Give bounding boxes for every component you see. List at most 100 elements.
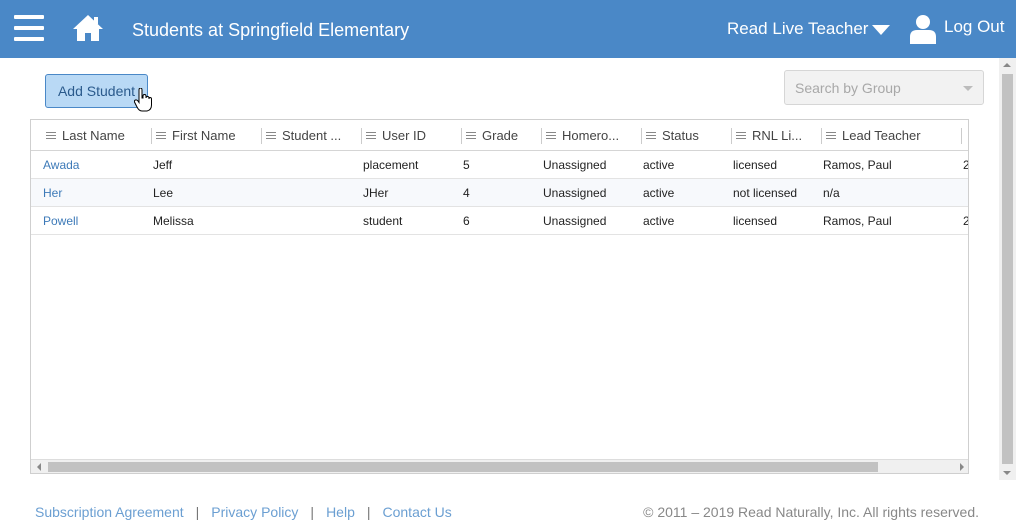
cell-col-homeroom: Unassigned	[543, 158, 607, 172]
column-resize-handle[interactable]	[461, 128, 462, 144]
column-header-label: Status	[662, 128, 699, 143]
column-header-label: Lead Teacher	[842, 128, 921, 143]
teacher-menu-label: Read Live Teacher	[727, 19, 869, 38]
contact-us-link[interactable]: Contact Us	[383, 504, 452, 520]
footer-separator: |	[366, 504, 371, 520]
header-col-lead-teacher[interactable]: Lead Teacher	[826, 120, 960, 151]
cell-col-lead-teacher: n/a	[823, 186, 840, 200]
cell-col-user-id: student	[363, 214, 403, 228]
table-row[interactable]: Her Lee JHer 4 Unassigned active not licensed n…	[31, 179, 968, 207]
column-resize-handle[interactable]	[541, 128, 542, 144]
user-icon	[910, 15, 936, 44]
footer: Subscription Agreement | Privacy Policy | He…	[35, 504, 985, 520]
cell-col-student-id	[263, 151, 359, 179]
cell-col-homeroom: Unassigned	[543, 186, 607, 200]
cell-col-grade: 5	[463, 158, 470, 172]
student-link[interactable]: Awada	[43, 151, 149, 179]
scroll-right-icon[interactable]	[960, 463, 964, 471]
help-link[interactable]: Help	[326, 504, 355, 520]
cell-col-grade: 6	[463, 214, 470, 228]
student-link[interactable]: Powell	[43, 207, 149, 235]
footer-separator: |	[310, 504, 315, 520]
horizontal-scrollbar[interactable]	[31, 459, 968, 473]
cell-col-first-name: Melissa	[153, 214, 194, 228]
column-resize-handle[interactable]	[961, 128, 962, 144]
scroll-up-icon[interactable]	[1003, 63, 1011, 67]
hand-cursor-icon	[134, 88, 152, 112]
scroll-down-icon[interactable]	[1003, 471, 1011, 475]
cell-col-rnl-license: licensed	[733, 158, 778, 172]
dropdown-arrow-icon	[963, 86, 973, 91]
column-header-label: RNL Li...	[752, 128, 803, 143]
horizontal-scroll-thumb[interactable]	[48, 462, 878, 472]
cell-col-extra: 2	[963, 151, 968, 179]
column-header-label: Student ...	[282, 128, 342, 143]
column-header-label: Last Name	[62, 128, 125, 143]
cell-col-status: active	[643, 214, 675, 228]
cell-col-student-id	[263, 179, 359, 207]
column-header-label: Homero...	[562, 128, 620, 143]
column-resize-handle[interactable]	[361, 128, 362, 144]
column-resize-handle[interactable]	[641, 128, 642, 144]
table-row[interactable]: Awada Jeff placement 5 Unassigned active licen…	[31, 151, 968, 179]
cell-col-first-name: Jeff	[153, 158, 173, 172]
copyright: © 2011 – 2019 Read Naturally, Inc. All r…	[643, 504, 979, 520]
column-resize-handle[interactable]	[151, 128, 152, 144]
add-student-button[interactable]: Add Student	[45, 74, 148, 108]
logout-label: Log Out	[944, 17, 1005, 36]
cell-col-status: active	[643, 158, 675, 172]
cell-col-homeroom: Unassigned	[543, 214, 607, 228]
cell-col-grade: 4	[463, 186, 470, 200]
cell-col-lead-teacher: Ramos, Paul	[823, 158, 892, 172]
privacy-policy-link[interactable]: Privacy Policy	[211, 504, 298, 520]
vertical-scroll-thumb[interactable]	[1002, 74, 1013, 464]
page-title: Students at Springfield Elementary	[132, 20, 410, 40]
scroll-left-icon[interactable]	[37, 463, 41, 471]
column-menu-icon[interactable]	[736, 130, 746, 141]
student-link[interactable]: Her	[43, 179, 149, 207]
column-resize-handle[interactable]	[821, 128, 822, 144]
header-col-status[interactable]: Status	[646, 120, 730, 151]
column-menu-icon[interactable]	[46, 130, 56, 141]
grid-header: Last Name First Name Student ... User ID Gra…	[31, 120, 968, 151]
header-col-rnl-license[interactable]: RNL Li...	[736, 120, 820, 151]
column-menu-icon[interactable]	[646, 130, 656, 141]
column-menu-icon[interactable]	[156, 130, 166, 141]
subscription-agreement-link[interactable]: Subscription Agreement	[35, 504, 184, 520]
cell-col-status: active	[643, 186, 675, 200]
cell-col-rnl-license: not licensed	[733, 186, 798, 200]
column-menu-icon[interactable]	[546, 130, 556, 141]
footer-separator: |	[195, 504, 200, 520]
cell-col-user-id: placement	[363, 158, 419, 172]
column-header-label: Grade	[482, 128, 519, 143]
column-resize-handle[interactable]	[261, 128, 262, 144]
cell-col-extra: 2	[963, 207, 968, 235]
column-header-label: First Name	[172, 128, 236, 143]
column-resize-handle[interactable]	[731, 128, 732, 144]
column-menu-icon[interactable]	[366, 130, 376, 141]
hamburger-menu-icon[interactable]	[14, 15, 44, 41]
header-col-user-id[interactable]: User ID	[366, 120, 460, 151]
header-col-student-id[interactable]: Student ...	[266, 120, 360, 151]
students-grid: Last Name First Name Student ... User ID Gra…	[30, 119, 969, 474]
column-menu-icon[interactable]	[266, 130, 276, 141]
group-search-select[interactable]: Search by Group	[784, 70, 984, 105]
home-icon[interactable]	[72, 14, 104, 42]
vertical-scrollbar[interactable]	[999, 58, 1016, 480]
app-header: Students at Springfield Elementary Read …	[0, 0, 1016, 58]
header-col-grade[interactable]: Grade	[466, 120, 540, 151]
column-menu-icon[interactable]	[466, 130, 476, 141]
cell-col-student-id	[263, 207, 359, 235]
table-row[interactable]: Powell Melissa student 6 Unassigned active lic…	[31, 207, 968, 235]
cell-col-lead-teacher: Ramos, Paul	[823, 214, 892, 228]
logout-button[interactable]: Log Out	[910, 14, 1005, 44]
cell-col-rnl-license: licensed	[733, 214, 778, 228]
header-col-first-name[interactable]: First Name	[156, 120, 260, 151]
cell-col-extra	[963, 179, 968, 207]
teacher-menu[interactable]: Read Live Teacher	[727, 19, 891, 39]
header-col-last-name[interactable]: Last Name	[46, 120, 150, 151]
header-col-homeroom[interactable]: Homero...	[546, 120, 640, 151]
column-menu-icon[interactable]	[826, 130, 836, 141]
caret-down-icon	[872, 25, 891, 35]
cell-col-first-name: Lee	[153, 186, 174, 200]
